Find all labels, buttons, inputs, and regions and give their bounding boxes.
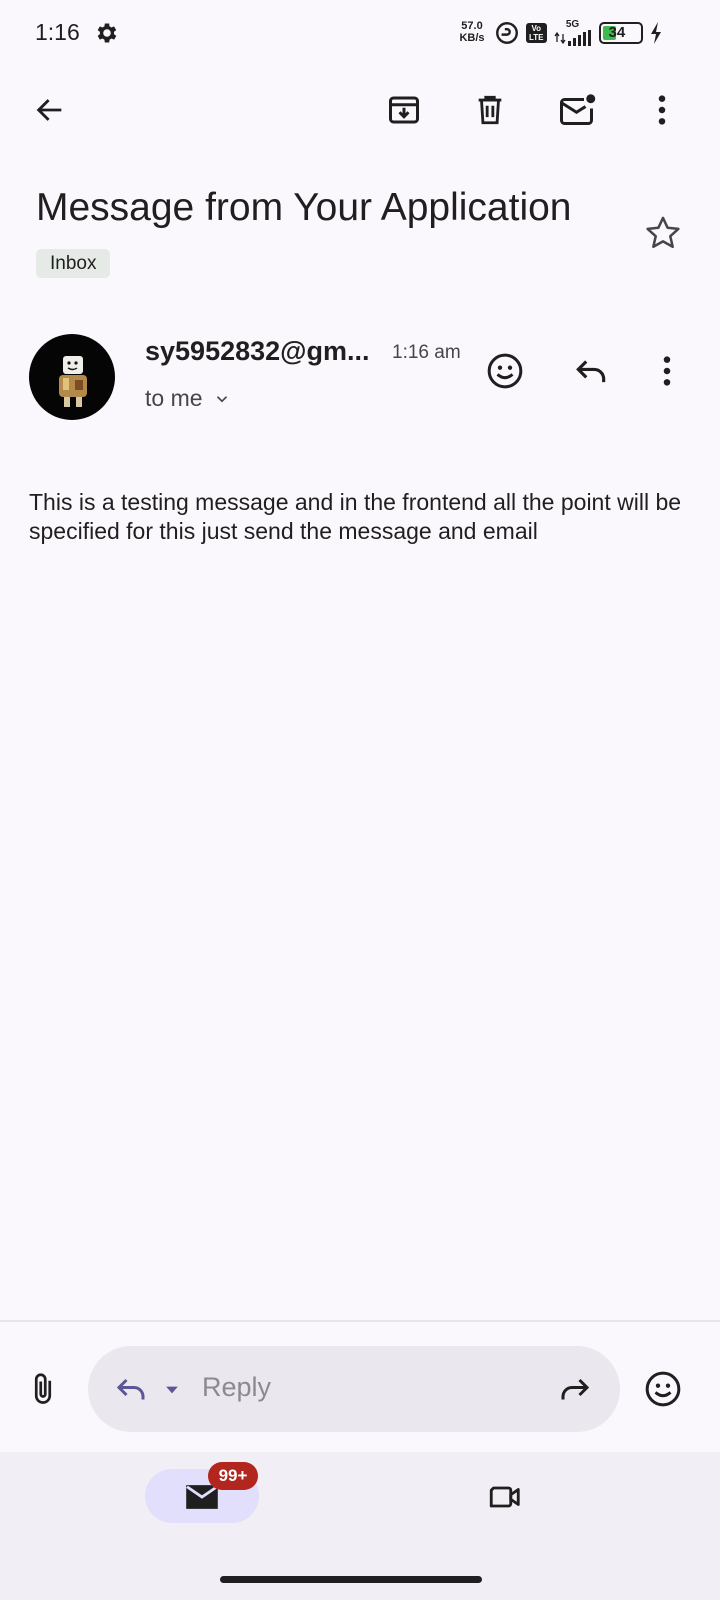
network-speed-value: 57.0 [461, 20, 483, 32]
more-vert-icon [663, 356, 671, 386]
recipient-label: to me [145, 385, 203, 411]
charging-bolt-icon [650, 22, 661, 44]
divider [0, 1320, 720, 1322]
message-body: This is a testing message and in the fro… [29, 489, 682, 544]
dropdown-caret-icon [166, 1386, 178, 1394]
archive-button[interactable] [380, 86, 428, 134]
battery-icon: 34 [598, 22, 643, 44]
add-reaction-button[interactable] [482, 348, 528, 394]
delete-button[interactable] [466, 86, 514, 134]
forward-icon [561, 1378, 590, 1400]
emoji-icon [487, 353, 523, 389]
nav-meet-tab[interactable] [481, 1474, 527, 1520]
back-button[interactable] [26, 86, 74, 134]
sender-address[interactable]: sy5952832@gm... [145, 336, 369, 367]
unread-count-badge: 99+ [208, 1462, 258, 1490]
chevron-down-icon [216, 395, 227, 402]
network-speed: 57.0 KB/s [455, 20, 489, 44]
volte-top-label: Vo [531, 24, 542, 33]
forward-button[interactable] [552, 1366, 598, 1412]
reply-mode-dropdown[interactable] [160, 1378, 184, 1402]
email-subject: Message from Your Application [36, 186, 572, 229]
emoji-button[interactable] [640, 1366, 686, 1412]
signal-bars-icon [553, 30, 591, 46]
reply-icon [576, 360, 606, 383]
emoji-icon [645, 1371, 681, 1407]
reply-icon [116, 1378, 145, 1400]
mark-unread-icon [560, 94, 596, 125]
battery-level: 34 [608, 24, 626, 41]
message-more-button[interactable] [650, 348, 684, 394]
inbox-label-chip[interactable]: Inbox [36, 249, 111, 278]
video-meet-icon [489, 1486, 520, 1508]
sender-avatar[interactable] [29, 334, 115, 420]
archive-icon [389, 96, 419, 124]
network-type: 5G [565, 19, 580, 30]
mark-unread-button[interactable] [552, 86, 604, 134]
home-indicator[interactable] [220, 1576, 482, 1583]
star-button[interactable] [642, 212, 684, 254]
delete-icon [478, 95, 502, 125]
attach-button[interactable] [20, 1366, 66, 1412]
settings-gear-icon [97, 23, 117, 43]
avatar-image [59, 356, 87, 407]
reply-input[interactable]: Reply [202, 1372, 271, 1403]
more-vert-icon [658, 95, 666, 125]
status-time: 1:16 [35, 19, 80, 45]
signal-5g-icon: 5G [553, 20, 593, 46]
star-icon [646, 216, 680, 249]
status-icons: Vo LTE 5G 34 [494, 18, 663, 48]
network-speed-unit: KB/s [459, 32, 485, 44]
back-arrow-icon [36, 99, 62, 121]
volte-icon: Vo LTE [526, 23, 547, 43]
reply-button[interactable] [568, 348, 614, 394]
reply-mode-button[interactable] [108, 1366, 154, 1412]
attachment-icon [34, 1373, 52, 1404]
more-options-button[interactable] [644, 86, 680, 134]
volte-bottom-label: LTE [529, 33, 544, 42]
message-time: 1:16 am [392, 342, 461, 363]
recipient-details-toggle[interactable]: to me [145, 385, 231, 412]
hotspot-link-icon [496, 22, 518, 44]
